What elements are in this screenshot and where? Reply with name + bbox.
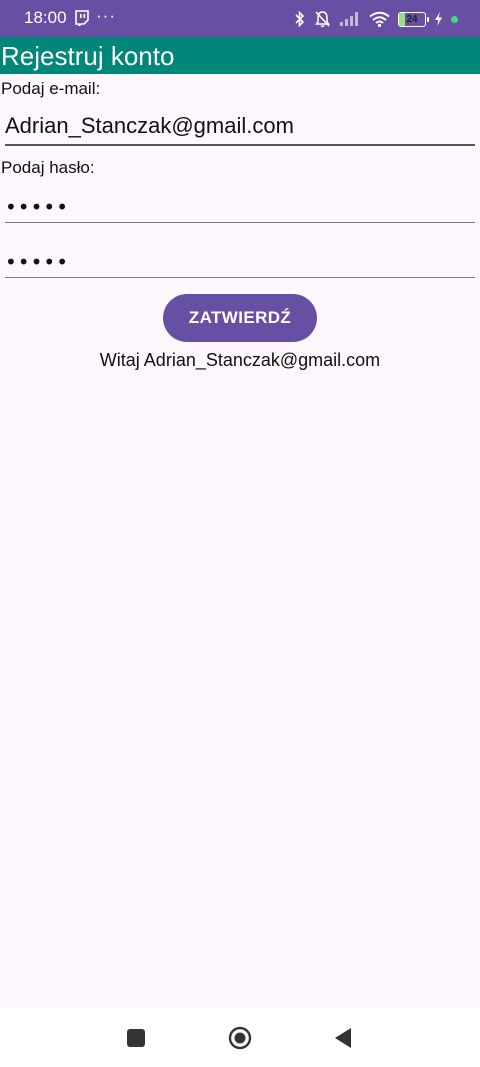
navigation-bar bbox=[0, 1008, 480, 1067]
password-field-value: ••••• bbox=[5, 195, 69, 219]
battery-icon: 24 bbox=[398, 11, 429, 27]
password-confirm-field[interactable]: ••••• bbox=[5, 245, 475, 278]
submit-button[interactable]: ZATWIERDŹ bbox=[163, 294, 317, 342]
more-notifications-icon: ··· bbox=[96, 6, 116, 25]
green-dot-icon bbox=[451, 15, 458, 23]
battery-level-fill bbox=[399, 12, 406, 26]
page-title: Rejestruj konto bbox=[1, 41, 175, 71]
email-label: Podaj e-mail: bbox=[1, 79, 101, 98]
twitch-icon bbox=[75, 10, 89, 26]
email-field-value: Adrian_Stanczak@gmail.com bbox=[5, 113, 294, 138]
wifi-icon bbox=[369, 11, 390, 27]
home-button[interactable] bbox=[228, 1026, 252, 1050]
status-icons: 24 bbox=[294, 9, 458, 29]
signal-icon bbox=[340, 12, 358, 26]
status-time: 18:00 bbox=[24, 8, 67, 27]
bell-muted-icon bbox=[315, 11, 330, 28]
battery-label: 24 bbox=[406, 13, 418, 25]
password-field[interactable]: ••••• bbox=[5, 190, 475, 223]
password-label: Podaj hasło: bbox=[1, 158, 95, 177]
back-button[interactable] bbox=[334, 1027, 352, 1049]
welcome-message: Witaj Adrian_Stanczak@gmail.com bbox=[99, 350, 381, 370]
recent-apps-button[interactable] bbox=[127, 1029, 145, 1047]
charging-icon bbox=[435, 12, 442, 26]
password-confirm-field-value: ••••• bbox=[5, 250, 69, 274]
bluetooth-icon bbox=[295, 10, 305, 28]
status-bar: 18:00 ··· 24 bbox=[0, 0, 480, 37]
email-field[interactable]: Adrian_Stanczak@gmail.com bbox=[5, 110, 475, 146]
app-bar: Rejestruj konto bbox=[0, 37, 480, 74]
